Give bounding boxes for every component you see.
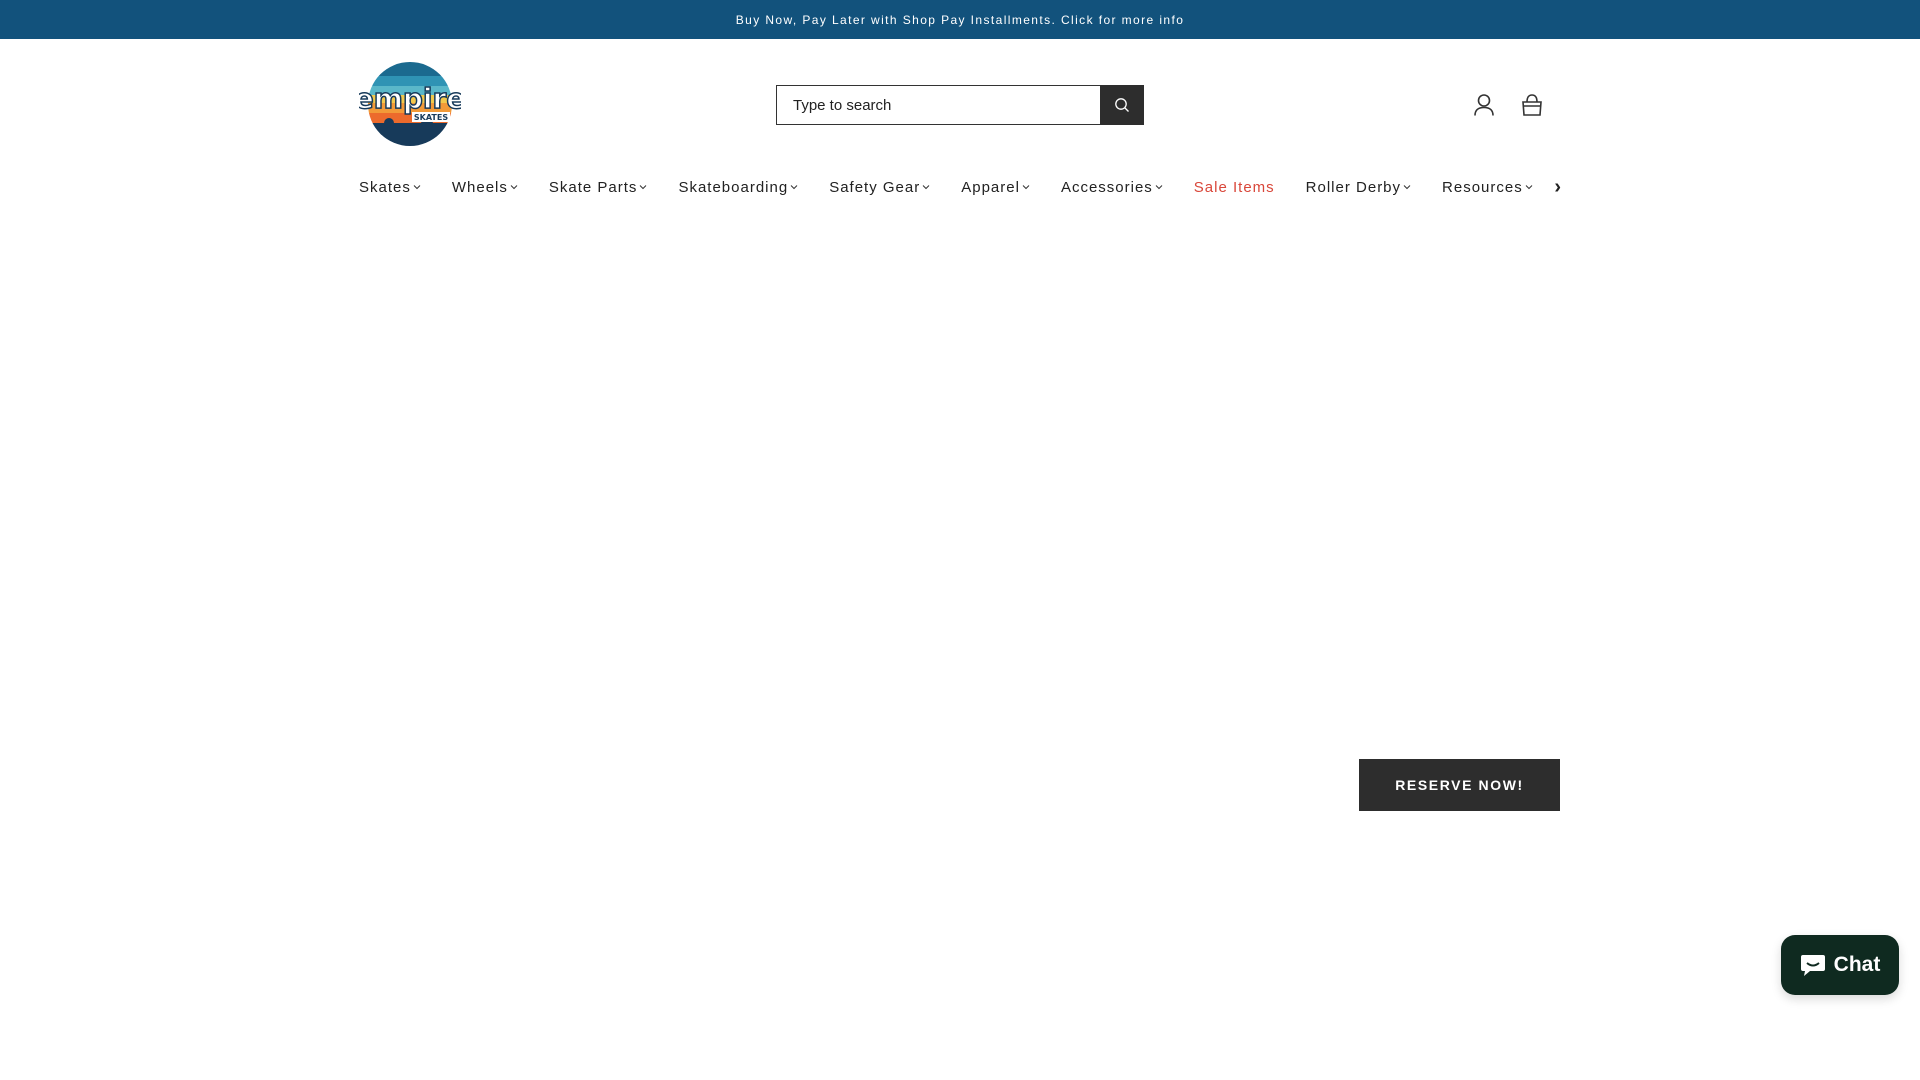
announcement-bar[interactable]: Buy Now, Pay Later with Shop Pay Install…: [0, 0, 1920, 39]
chevron-down-icon: [1155, 185, 1163, 190]
header-actions: [1472, 92, 1544, 118]
chevron-down-icon: [1403, 185, 1411, 190]
chevron-down-icon: [922, 185, 930, 190]
nav-item-safety-gear[interactable]: Safety Gear: [829, 179, 930, 196]
chat-bubble-icon: [1800, 955, 1825, 976]
nav-item-label: Skate Parts: [548, 178, 638, 196]
chevron-down-icon: [510, 185, 518, 190]
nav-item-label: Sale Items: [1193, 178, 1275, 196]
empire-skates-logo-icon: empire SKATES: [354, 62, 466, 146]
chevron-down-icon: [1525, 185, 1533, 190]
chevron-down-icon: [413, 185, 421, 190]
chevron-down-icon: [640, 185, 647, 190]
nav-item-label: Apparel: [961, 178, 1020, 196]
user-icon: [1474, 94, 1494, 116]
nav-item-skateboarding[interactable]: Skateboarding: [678, 179, 798, 196]
store-logo[interactable]: empire SKATES: [354, 61, 466, 147]
nav-item-apparel[interactable]: Apparel: [961, 179, 1030, 196]
svg-text:SKATES: SKATES: [414, 113, 448, 122]
site-header: empire SKATES Type to search Skates Whee…: [0, 39, 1920, 219]
search-button[interactable]: [1100, 85, 1144, 125]
nav-item-resources[interactable]: Resources: [1442, 179, 1533, 196]
nav-item-label: Safety Gear: [829, 178, 921, 196]
hero-banner: [0, 219, 1920, 839]
svg-text:empire: empire: [359, 82, 461, 115]
shopping-bag-icon: [1522, 94, 1542, 116]
nav-item-sale-items[interactable]: Sale Items: [1194, 179, 1275, 196]
search-icon: [1115, 98, 1129, 112]
nav-item-label: Skates: [359, 178, 411, 196]
chat-label: Chat: [1833, 953, 1881, 976]
main-navigation: Skates Wheels Skate Parts Skateboarding …: [359, 170, 1561, 204]
chat-button[interactable]: Chat: [1781, 935, 1899, 995]
nav-item-label: Resources: [1442, 178, 1523, 196]
nav-item-skate-parts[interactable]: Skate Parts: [549, 179, 648, 196]
nav-item-skates[interactable]: Skates: [359, 179, 421, 196]
nav-item-label: Skateboarding: [678, 178, 789, 196]
nav-item-label: Wheels: [451, 178, 508, 196]
nav-item-roller-derby[interactable]: Roller Derby: [1306, 179, 1411, 196]
search-input[interactable]: [776, 85, 1100, 125]
account-button[interactable]: [1472, 92, 1496, 118]
chevron-down-icon: [1022, 185, 1030, 190]
announcement-text[interactable]: Buy Now, Pay Later with Shop Pay Install…: [736, 13, 1185, 27]
nav-item-label: Accessories: [1060, 178, 1153, 196]
chevron-down-icon: [790, 185, 798, 190]
nav-item-wheels[interactable]: Wheels: [452, 179, 518, 196]
nav-item-label: Roller Derby: [1305, 178, 1402, 196]
nav-item-accessories[interactable]: Accessories: [1061, 179, 1163, 196]
cart-button[interactable]: [1520, 92, 1544, 118]
reserve-now-button[interactable]: RESERVE NOW!: [1359, 759, 1560, 811]
nav-next-arrow[interactable]: ›: [1554, 176, 1561, 199]
search-bar: [776, 85, 1144, 125]
